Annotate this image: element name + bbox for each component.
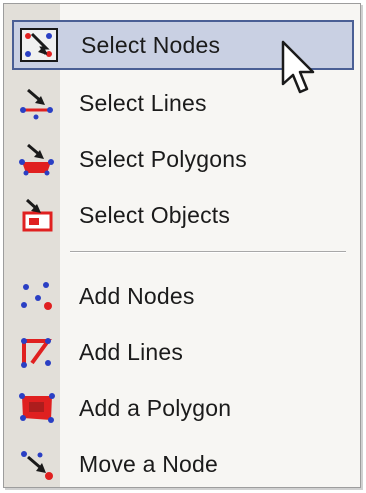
menu-item-add-polygon[interactable]: Add a Polygon xyxy=(12,383,354,433)
select-polygons-icon xyxy=(18,142,56,176)
menu-item-label: Select Nodes xyxy=(81,31,221,58)
menu-item-add-nodes[interactable]: Add Nodes xyxy=(12,271,354,321)
menu-separator xyxy=(70,251,346,253)
menu-item-select-polygons[interactable]: Select Polygons xyxy=(12,134,354,184)
select-nodes-icon xyxy=(20,28,58,62)
menu-item-label: Add a Polygon xyxy=(79,394,232,421)
menu-item-label: Add Nodes xyxy=(79,282,195,309)
menu-item-label: Select Objects xyxy=(79,201,231,228)
menu-item-label: Select Polygons xyxy=(79,145,247,172)
menu-item-label: Move a Node xyxy=(79,450,218,477)
menu-item-select-objects[interactable]: Select Objects xyxy=(12,190,354,240)
move-node-icon xyxy=(18,447,56,481)
mouse-cursor-icon xyxy=(280,40,316,98)
menu-item-move-node[interactable]: Move a Node xyxy=(12,439,354,489)
add-polygon-icon xyxy=(18,391,56,425)
menu-item-add-lines[interactable]: Add Lines xyxy=(12,327,354,377)
add-lines-icon xyxy=(18,335,56,369)
menu-item-label: Add Lines xyxy=(79,338,184,365)
select-objects-icon xyxy=(18,198,56,232)
menu-item-label: Select Lines xyxy=(79,89,207,116)
add-nodes-icon xyxy=(18,279,56,313)
select-lines-icon xyxy=(18,86,56,120)
